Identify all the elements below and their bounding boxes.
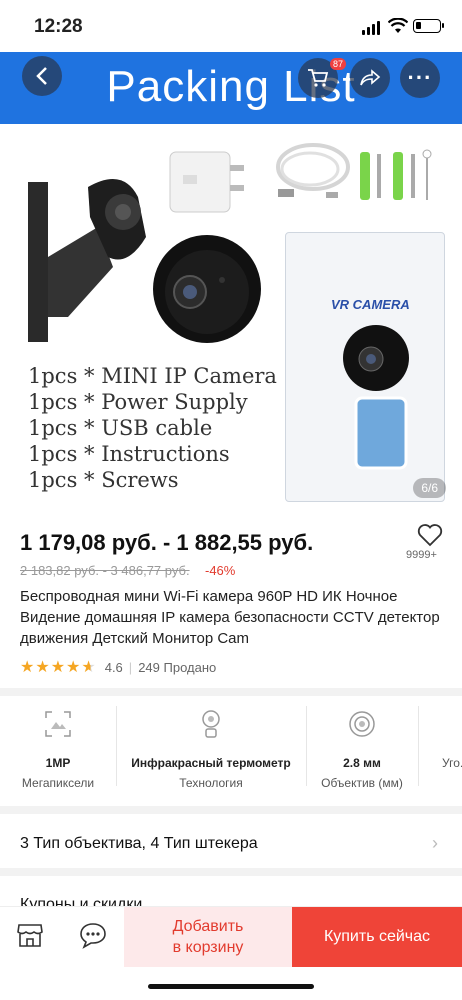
chat-button[interactable] <box>78 921 108 949</box>
status-bar: 12:28 <box>0 0 462 52</box>
box-phone-image <box>354 396 408 470</box>
spec-label: Технология <box>179 776 243 790</box>
battery-icon <box>413 19 444 33</box>
chevron-left-icon <box>36 67 47 85</box>
spec-item-megapixel: 1MP Мегапиксели <box>0 700 116 800</box>
cart-icon <box>308 69 329 87</box>
more-icon: ··· <box>407 65 433 90</box>
back-button[interactable] <box>22 56 62 96</box>
wishlist-button[interactable] <box>412 523 448 552</box>
variant-selector[interactable]: 3 Тип объектива, 4 Тип штекера <box>20 835 258 853</box>
specs-row[interactable]: 1MP Мегапиксели Инфракрасный термометр Т… <box>0 700 462 800</box>
add-to-cart-button[interactable]: Добавить в корзину <box>124 907 292 967</box>
product-image-gallery[interactable]: Packing List 87 ··· 1pcs * MINI IP Camer… <box>0 52 462 512</box>
status-time: 12:28 <box>34 16 83 37</box>
packing-line: 1pcs * Screws <box>28 468 179 492</box>
store-button[interactable] <box>16 921 44 949</box>
packing-line: 1pcs * Power Supply <box>28 390 248 414</box>
rating-value: 4.6 <box>104 659 123 675</box>
bottom-action-bar: Добавить в корзину Купить сейчас <box>0 906 462 967</box>
box-label: VR CAMERA <box>331 297 410 312</box>
rating-stars-icon: ★★★★★ <box>20 659 97 676</box>
product-title: Беспроводная мини Wi-Fi камера 960P HD И… <box>20 588 440 647</box>
megapixel-icon <box>45 711 71 737</box>
add-to-cart-line2: в корзину <box>172 939 244 956</box>
price-range: 1 179,08 руб. - 1 882,55 руб. <box>20 530 314 555</box>
lens-icon <box>349 711 375 737</box>
packing-line: 1pcs * Instructions <box>28 442 230 466</box>
section-divider <box>0 688 462 696</box>
sold-count: 249 Продано <box>138 659 217 675</box>
screws-illustration <box>360 149 432 200</box>
packing-line: 1pcs * MINI IP Camera <box>28 364 277 388</box>
power-adapter-illustration <box>169 151 244 213</box>
spec-value: Инфракрасный термометр <box>131 756 291 770</box>
section-divider <box>0 806 462 814</box>
product-box-illustration: VR CAMERA <box>285 232 445 502</box>
spec-value: 1MP <box>45 756 71 770</box>
heart-icon <box>417 524 443 547</box>
spec-label: Мегапиксели <box>21 776 95 790</box>
box-camera-image <box>343 325 409 391</box>
more-options-button[interactable]: ··· <box>400 58 440 98</box>
cart-badge: 87 <box>330 58 347 70</box>
buy-now-button[interactable]: Купить сейчас <box>292 907 462 967</box>
usb-cable-illustration <box>276 143 350 198</box>
mini-camera-illustration <box>153 235 261 343</box>
rating-row[interactable]: ★★★★★ 4.6 | 249 Продано <box>20 657 216 677</box>
wishlist-count: 9999+ <box>406 549 437 561</box>
share-button[interactable] <box>350 58 390 98</box>
home-indicator <box>148 984 314 989</box>
spec-value: 2.8 мм <box>343 756 381 770</box>
signal-icon <box>362 21 380 35</box>
discount-badge: -46% <box>205 563 236 578</box>
camera-mount-illustration <box>28 179 146 342</box>
thermometer-icon <box>202 710 220 738</box>
section-divider <box>0 868 462 876</box>
spec-label: Объектив (мм) <box>321 776 403 790</box>
old-price-range: 2 183,82 руб. - 3 486,77 руб. <box>20 563 190 578</box>
share-icon <box>360 69 381 86</box>
wifi-icon <box>388 18 408 33</box>
packing-line: 1pcs * USB cable <box>28 416 213 440</box>
spec-item-partial: Уго. <box>418 700 462 800</box>
rating-divider: | <box>128 659 133 675</box>
chat-icon <box>80 923 106 949</box>
chevron-right-icon[interactable]: › <box>432 833 438 854</box>
add-to-cart-line1: Добавить <box>172 918 244 935</box>
store-icon <box>17 924 43 947</box>
spec-label: Уго. <box>442 756 462 770</box>
image-counter: 6/6 <box>413 478 446 498</box>
spec-item-lens: 2.8 мм Объектив (мм) <box>306 700 418 800</box>
banner-title: Packing List <box>106 62 356 111</box>
spec-item-technology: Инфракрасный термометр Технология <box>116 700 306 800</box>
